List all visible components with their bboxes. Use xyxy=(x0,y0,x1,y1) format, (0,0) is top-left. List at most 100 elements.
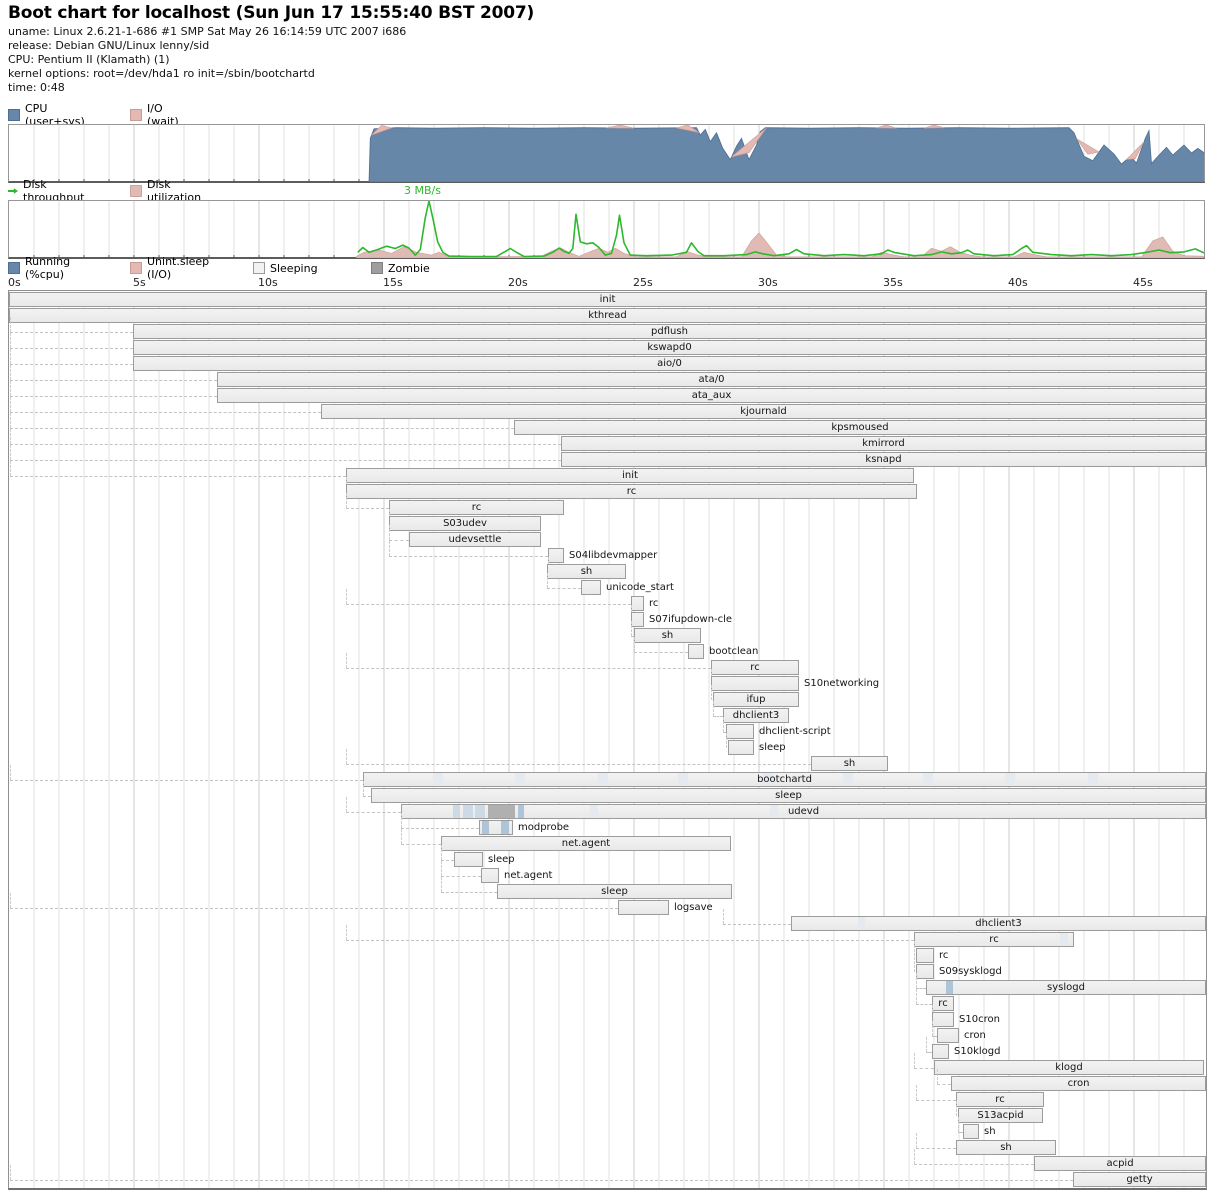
tree-connector-line xyxy=(363,796,371,797)
process-label: S07ifupdown-cle xyxy=(649,612,732,627)
disk-line-plot xyxy=(9,201,1204,258)
process-label: getty xyxy=(1073,1172,1206,1187)
legend-item: I/O (wait) xyxy=(130,109,179,121)
time-tick-label: 40s xyxy=(1008,276,1028,289)
process-label: kthread xyxy=(9,308,1206,323)
process-label: unicode_start xyxy=(606,580,674,595)
legend-item: Disk utilization xyxy=(130,185,201,197)
tree-connector-line xyxy=(389,541,390,556)
tree-connector-line xyxy=(441,845,442,860)
tree-connector-line xyxy=(10,364,133,365)
process-label: ata_aux xyxy=(217,388,1206,403)
tree-connector-line xyxy=(401,828,479,829)
tree-connector-line xyxy=(547,588,581,589)
io-swatch-icon xyxy=(130,109,142,121)
tree-connector-line xyxy=(914,1053,915,1068)
process-label: rc xyxy=(711,660,799,675)
process-label: rc xyxy=(389,500,564,515)
tree-connector-line xyxy=(346,508,389,509)
tree-connector-line xyxy=(10,476,346,477)
time-tick-label: 45s xyxy=(1133,276,1153,289)
process-bar-sleep xyxy=(728,740,754,755)
time-tick-label: 20s xyxy=(508,276,528,289)
time-tick-label: 10s xyxy=(258,276,278,289)
tree-connector-line xyxy=(10,429,11,444)
tree-connector-line xyxy=(10,397,11,412)
zombie-swatch-icon xyxy=(371,262,383,274)
legend-item: Zombie xyxy=(371,262,430,274)
tree-connector-line xyxy=(634,652,688,653)
process-label: rc xyxy=(649,596,658,611)
util-swatch-icon xyxy=(130,185,142,197)
process-label: syslogd xyxy=(926,980,1206,995)
tree-connector-line xyxy=(723,717,724,732)
tree-connector-line xyxy=(713,701,714,716)
tree-connector-line xyxy=(937,1069,938,1084)
tree-connector-line xyxy=(631,621,632,636)
legend-item: Sleeping xyxy=(253,262,318,274)
tree-connector-line xyxy=(10,461,11,476)
process-label: dhclient3 xyxy=(791,916,1206,931)
process-label: rc xyxy=(956,1092,1044,1107)
tree-connector-line xyxy=(10,460,561,461)
process-label: klogd xyxy=(934,1060,1204,1075)
tree-connector-line xyxy=(346,940,914,941)
process-label: S10cron xyxy=(959,1012,1000,1027)
bootchart-page: Boot chart for localhost (Sun Jun 17 15:… xyxy=(0,0,1215,1196)
tree-connector-line xyxy=(10,780,363,781)
process-label: rc xyxy=(932,996,954,1011)
process-label: sh xyxy=(984,1124,996,1139)
tree-connector-line xyxy=(916,1085,917,1100)
process-label: kswapd0 xyxy=(133,340,1206,355)
process-bar-s04libdevmapper xyxy=(548,548,564,563)
tree-connector-line xyxy=(346,925,347,940)
disk-peak-label: 3 MB/s xyxy=(404,184,441,197)
info-cpu: CPU: Pentium II (Klamath) (1) xyxy=(8,53,170,66)
time-tick-label: 5s xyxy=(133,276,146,289)
tree-connector-line xyxy=(10,1165,11,1180)
tree-connector-line xyxy=(346,604,631,605)
process-label: logsave xyxy=(674,900,713,915)
tree-connector-line xyxy=(916,989,917,1004)
time-axis: 0s5s10s15s20s25s30s35s40s45s xyxy=(8,276,1207,289)
tree-connector-line xyxy=(10,333,11,348)
tree-connector-line xyxy=(914,1164,1034,1165)
tree-connector-line xyxy=(10,765,11,780)
process-label: S13acpid xyxy=(958,1108,1043,1123)
time-tick-label: 30s xyxy=(758,276,778,289)
tree-connector-line xyxy=(926,1037,927,1052)
tree-connector-line xyxy=(958,1117,959,1132)
tree-connector-line xyxy=(916,1148,956,1149)
process-label: S09sysklogd xyxy=(939,964,1002,979)
tree-connector-line xyxy=(401,813,402,828)
process-label: sh xyxy=(634,628,701,643)
process-bar-unicode-start xyxy=(581,580,601,595)
time-tick-label: 25s xyxy=(633,276,653,289)
process-bar-dhclient-script xyxy=(726,724,754,739)
process-label: bootclean xyxy=(709,644,758,659)
tree-connector-line xyxy=(547,573,548,588)
tree-connector-line xyxy=(401,844,441,845)
process-label: udevsettle xyxy=(409,532,541,547)
process-label: ifup xyxy=(713,692,799,707)
tree-connector-line xyxy=(441,876,481,877)
sleep-swatch-icon xyxy=(253,262,265,274)
time-tick-label: 15s xyxy=(383,276,403,289)
process-label: dhclient-script xyxy=(759,724,831,739)
process-bar-s10klogd xyxy=(932,1044,949,1059)
tree-connector-line xyxy=(916,973,917,988)
legend-item: CPU (user+sys) xyxy=(8,109,85,121)
process-gantt-rows: initkthreadpdflushkswapd0aio/0ata/0ata_a… xyxy=(9,292,1206,1188)
tree-connector-line xyxy=(711,685,712,700)
process-label: init xyxy=(9,292,1206,307)
io-swatch-icon xyxy=(130,262,142,274)
tree-connector-line xyxy=(401,829,402,844)
tree-connector-line xyxy=(956,1101,957,1116)
process-label: sleep xyxy=(759,740,786,755)
tree-connector-line xyxy=(914,957,915,972)
process-bar-s10cron xyxy=(932,1012,954,1027)
tree-connector-line xyxy=(441,892,497,893)
tree-connector-line xyxy=(10,893,11,908)
tree-connector-line xyxy=(10,445,11,460)
tree-connector-line xyxy=(441,877,442,892)
